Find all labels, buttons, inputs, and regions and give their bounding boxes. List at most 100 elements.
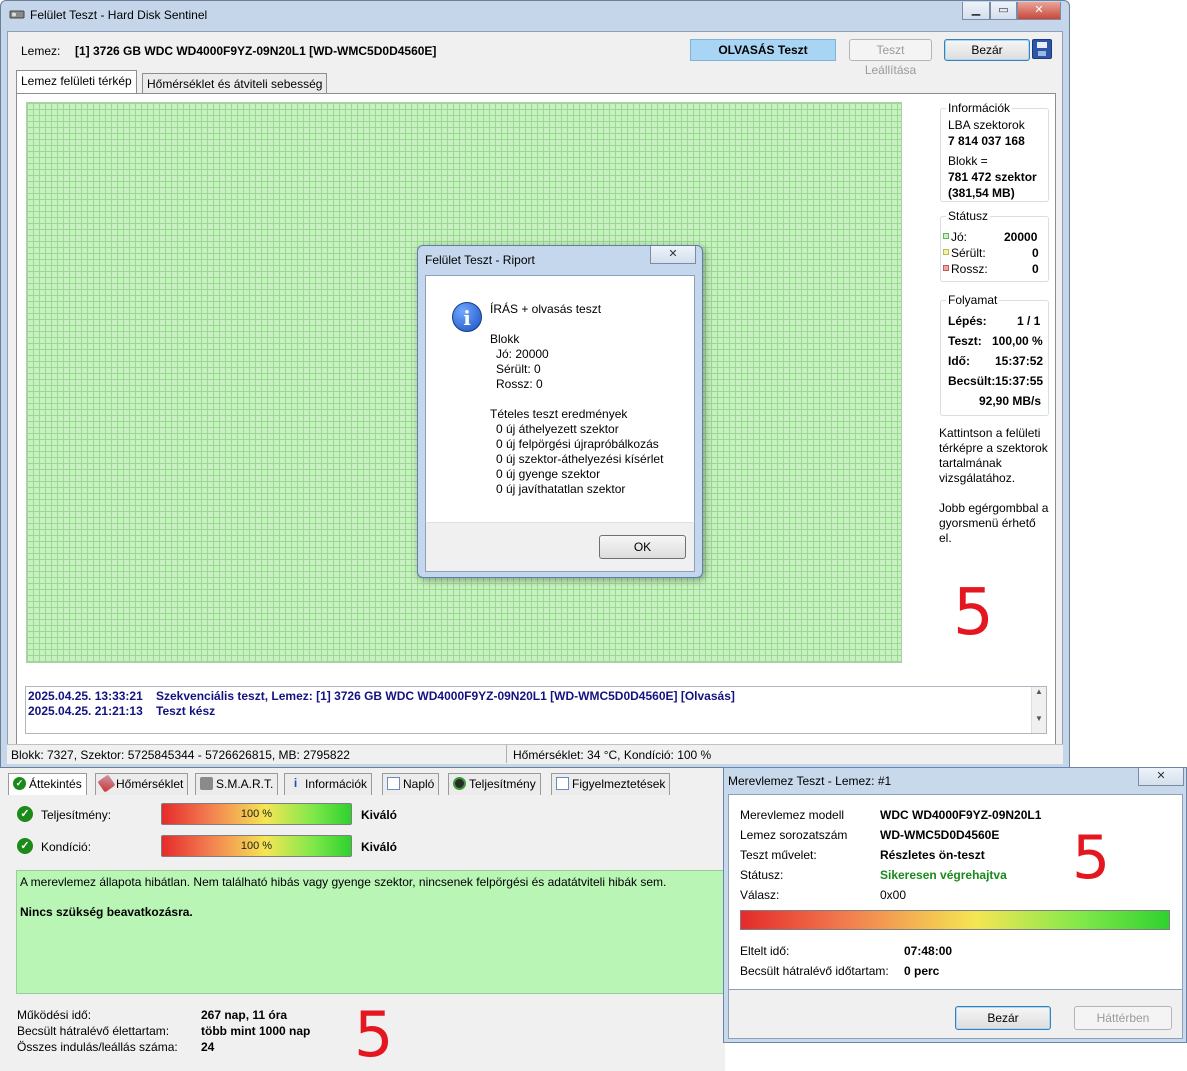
- operation-value: Részletes ön-teszt: [880, 848, 985, 862]
- damaged-value: 0: [1032, 246, 1039, 260]
- close-button[interactable]: Bezár: [944, 39, 1030, 61]
- operation-label: Teszt művelet:: [740, 848, 817, 862]
- test-status-indicator: OLVASÁS Teszt: [690, 39, 836, 61]
- disk-icon: [200, 777, 213, 790]
- bad-legend-swatch: [943, 265, 949, 271]
- tab-alerts-label: Figyelmeztetések: [572, 777, 666, 791]
- background-button[interactable]: Háttérben: [1074, 1006, 1172, 1030]
- tab-temperature[interactable]: Hőmérséklet: [95, 773, 189, 795]
- performance-bar: 100 %: [161, 803, 352, 825]
- response-value: 0x00: [880, 888, 907, 902]
- tab-temperature-speed[interactable]: Hőmérséklet és átviteli sebesség: [142, 73, 328, 95]
- remaining-value: 0 perc: [904, 964, 940, 978]
- minimize-button[interactable]: ▁: [962, 2, 990, 20]
- scroll-down-icon[interactable]: ▼: [1032, 714, 1046, 723]
- hint-click-map: Kattintson a felületi térképre a szektor…: [939, 426, 1048, 485]
- dialog-result-3: 0 új szektor-áthelyezési kísérlet: [496, 452, 664, 466]
- close-window-button[interactable]: ✕: [1017, 2, 1061, 20]
- elapsed-value: 07:48:00: [904, 944, 953, 958]
- statusbar-block-info: Blokk: 7327, Szektor: 5725845344 - 57266…: [11, 748, 350, 762]
- tab-alerts[interactable]: Figyelmeztetések: [551, 773, 671, 795]
- selftest-status-value: Sikeresen végrehajtva: [880, 868, 1007, 882]
- dialog-result-4: 0 új gyenge szektor: [496, 467, 601, 481]
- estimate-value: 15:37:55: [995, 374, 1044, 388]
- good-label: Jó:: [951, 230, 968, 244]
- bad-label: Rossz:: [951, 262, 988, 276]
- starts-label: Összes indulás/leállás száma:: [17, 1040, 178, 1054]
- dialog-result-2: 0 új felpörgési újrapróbálkozás: [496, 437, 659, 451]
- tab-log-label: Napló: [403, 777, 435, 791]
- performance-rating: Kiváló: [361, 808, 398, 822]
- stop-test-button[interactable]: Teszt Leállítása: [849, 39, 932, 77]
- selftest-window: Merevlemez Teszt - Lemez: #1 ✕ Merevleme…: [723, 767, 1187, 1043]
- tab-log[interactable]: Napló: [382, 773, 440, 795]
- model-value: WDC WD4000F9YZ-09N20L1: [880, 808, 1042, 822]
- dialog-title: Felület Teszt - Riport: [425, 253, 535, 267]
- performance-label: Teljesítmény:: [41, 808, 112, 822]
- app-icon: [9, 8, 25, 20]
- dialog-good: Jó: 20000: [496, 347, 549, 361]
- speed-value: 92,90 MB/s: [979, 394, 1042, 408]
- damaged-label: Sérült:: [951, 246, 986, 260]
- lba-label: LBA szektorok: [948, 118, 1025, 132]
- dialog-close-button[interactable]: ✕: [650, 246, 696, 264]
- status-message-bold: Nincs szükség beavatkozásra.: [20, 905, 193, 919]
- annotation-five-main: 5: [953, 576, 994, 650]
- selftest-status-label: Státusz:: [740, 868, 784, 882]
- life-value: több mint 1000 nap: [201, 1024, 311, 1038]
- log-text-1: Szekvenciális teszt, Lemez: [1] 3726 GB …: [156, 689, 735, 703]
- tab-smart[interactable]: S.M.A.R.T.: [195, 773, 279, 795]
- tab-overview[interactable]: ✓ Áttekintés: [8, 773, 87, 795]
- title-bar[interactable]: Felület Teszt - Hard Disk Sentinel ▁ ▭ ✕: [1, 1, 1069, 29]
- estimate-label: Becsült:: [948, 374, 996, 388]
- dialog-damaged: Sérült: 0: [496, 362, 541, 376]
- performance-ok-icon: ✓: [17, 806, 33, 822]
- disk-label: Lemez:: [21, 44, 61, 58]
- uptime-label: Működési idő:: [17, 1008, 92, 1022]
- tab-surface-map[interactable]: Lemez felületi térkép: [16, 70, 137, 94]
- dialog-block-title: Blokk: [490, 332, 520, 346]
- report-dialog: Felület Teszt - Riport ✕ i ÍRÁS + olvasá…: [417, 245, 703, 578]
- elapsed-label: Eltelt idő:: [740, 944, 790, 958]
- scroll-up-icon[interactable]: ▲: [1032, 687, 1046, 696]
- tab-information[interactable]: i Információk: [284, 773, 373, 795]
- block-size: (381,54 MB): [948, 186, 1015, 200]
- annotation-five-overview: 5: [354, 998, 394, 1071]
- maximize-button[interactable]: ▭: [990, 2, 1017, 20]
- condition-label: Kondíció:: [41, 840, 92, 854]
- model-label: Merevlemez modell: [740, 808, 845, 822]
- tab-information-label: Információk: [305, 777, 368, 791]
- info-icon: i: [452, 302, 482, 332]
- step-label: Lépés:: [948, 314, 987, 328]
- condition-ok-icon: ✓: [17, 838, 33, 854]
- good-legend-swatch: [943, 233, 949, 239]
- save-icon[interactable]: [1032, 39, 1052, 59]
- tab-performance-label: Teljesítmény: [469, 777, 536, 791]
- log-date-2: 2025.04.25. 21:21:13: [28, 704, 143, 718]
- gauge-icon: [453, 777, 466, 790]
- selftest-progress-bar: [740, 910, 1170, 930]
- selftest-title: Merevlemez Teszt - Lemez: #1: [728, 774, 892, 788]
- statusbar-divider: [506, 745, 507, 763]
- disk-value: [1] 3726 GB WDC WD4000F9YZ-09N20L1 [WD-W…: [75, 44, 437, 58]
- life-label: Becsült hátralévő élettartam:: [17, 1024, 170, 1038]
- status-message: A merevlemez állapota hibátlan. Nem talá…: [20, 875, 667, 889]
- starts-value: 24: [201, 1040, 215, 1054]
- ok-button[interactable]: OK: [599, 535, 686, 559]
- tab-performance[interactable]: Teljesítmény: [448, 773, 541, 795]
- thermometer-icon: [97, 774, 116, 793]
- step-value: 1 / 1: [1017, 314, 1041, 328]
- dialog-results-title: Tételes teszt eredmények: [490, 407, 628, 421]
- block-value: 781 472 szektor: [948, 170, 1037, 184]
- response-label: Válasz:: [740, 888, 780, 902]
- selftest-body: [728, 794, 1183, 990]
- selftest-close-icon[interactable]: ✕: [1138, 768, 1184, 786]
- dialog-heading: ÍRÁS + olvasás teszt: [490, 302, 602, 316]
- selftest-close-button[interactable]: Bezár: [955, 1006, 1051, 1030]
- log-date-1: 2025.04.25. 13:33:21: [28, 689, 143, 703]
- log-scrollbar[interactable]: ▲ ▼: [1031, 687, 1046, 733]
- condition-rating: Kiváló: [361, 840, 398, 854]
- annotation-five-selftest: 5: [1072, 823, 1111, 893]
- document-icon: [387, 777, 400, 790]
- serial-label: Lemez sorozatszám: [740, 828, 848, 842]
